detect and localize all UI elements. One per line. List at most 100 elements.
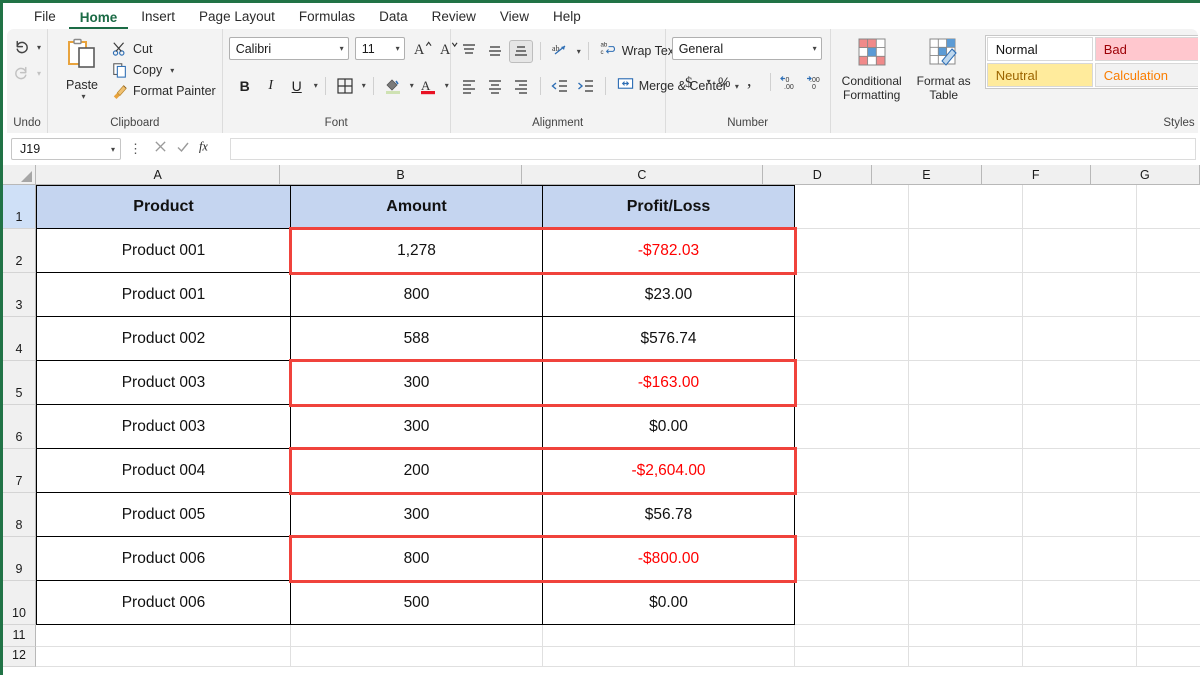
increase-indent-icon[interactable] (574, 75, 598, 98)
format-as-table-button[interactable]: Format as Table (909, 35, 979, 102)
cell-D8[interactable] (795, 493, 909, 537)
cell-G11[interactable] (1137, 625, 1200, 647)
row-header-12[interactable]: 12 (3, 647, 36, 667)
cell-E2[interactable] (909, 229, 1023, 273)
column-header-G[interactable]: G (1090, 165, 1200, 184)
undo-button[interactable]: ▾ (13, 39, 41, 56)
align-bottom-icon[interactable] (508, 39, 533, 63)
cell-G1[interactable] (1137, 185, 1200, 229)
cell-G8[interactable] (1137, 493, 1200, 537)
row-header-2[interactable]: 2 (3, 229, 36, 273)
cell-E7[interactable] (909, 449, 1023, 493)
accounting-format-chevron-icon[interactable]: ▾ (707, 77, 711, 86)
cell-B4[interactable]: 588 (291, 317, 543, 361)
cell-D4[interactable] (795, 317, 909, 361)
cell-G9[interactable] (1137, 537, 1200, 581)
text-orientation-icon[interactable]: ab (548, 40, 572, 63)
redo-dropdown-chevron-icon[interactable]: ▾ (37, 69, 41, 78)
cell-C12[interactable] (543, 647, 795, 667)
cell-B6[interactable]: 300 (291, 405, 543, 449)
row-header-8[interactable]: 8 (3, 493, 36, 537)
cell-B9[interactable]: 800 (291, 537, 543, 581)
column-header-A[interactable]: A (36, 165, 281, 184)
cell-G6[interactable] (1137, 405, 1200, 449)
fill-bucket-icon[interactable] (381, 74, 405, 97)
align-top-icon[interactable] (457, 40, 481, 63)
cell-E11[interactable] (909, 625, 1023, 647)
copy-button[interactable]: Copy ▾ (112, 62, 216, 78)
undo-dropdown-chevron-icon[interactable]: ▾ (37, 43, 41, 52)
cell-B5[interactable]: 300 (291, 361, 543, 405)
cell-E3[interactable] (909, 273, 1023, 317)
cell-F12[interactable] (1023, 647, 1137, 667)
cell-A8[interactable]: Product 005 (36, 493, 291, 537)
cell-E9[interactable] (909, 537, 1023, 581)
cell-E12[interactable] (909, 647, 1023, 667)
cell-C1[interactable]: Profit/Loss (543, 185, 795, 229)
cell-C3[interactable]: $23.00 (543, 273, 795, 317)
cell-G10[interactable] (1137, 581, 1200, 625)
paste-dropdown-chevron-icon[interactable]: ▾ (82, 92, 86, 101)
column-header-C[interactable]: C (521, 165, 764, 184)
format-painter-button[interactable]: Format Painter (112, 83, 216, 99)
name-box[interactable]: J19 ▾ (11, 138, 121, 160)
font-color-chevron-icon[interactable]: ▾ (445, 81, 449, 90)
cell-D1[interactable] (795, 185, 909, 229)
cell-E8[interactable] (909, 493, 1023, 537)
cell-C2[interactable]: -$782.03 (543, 229, 795, 273)
ribbon-tab-formulas[interactable]: Formulas (288, 6, 366, 29)
cell-C7[interactable]: -$2,604.00 (543, 449, 795, 493)
number-format-combo[interactable]: General ▾ (671, 37, 822, 60)
ribbon-tab-file[interactable]: File (23, 6, 67, 29)
column-header-F[interactable]: F (981, 165, 1091, 184)
cell-A10[interactable]: Product 006 (36, 581, 291, 625)
cell-D6[interactable] (795, 405, 909, 449)
cell-B10[interactable]: 500 (291, 581, 543, 625)
cell-F6[interactable] (1023, 405, 1137, 449)
row-header-9[interactable]: 9 (3, 537, 36, 581)
enter-check-icon[interactable] (176, 140, 190, 159)
cell-F4[interactable] (1023, 317, 1137, 361)
font-name-chevron-icon[interactable]: ▾ (340, 44, 344, 53)
cell-D7[interactable] (795, 449, 909, 493)
select-all-corner[interactable] (3, 165, 36, 184)
cell-B2[interactable]: 1,278 (291, 229, 543, 273)
orientation-chevron-icon[interactable]: ▾ (577, 47, 581, 56)
row-header-6[interactable]: 6 (3, 405, 36, 449)
column-header-E[interactable]: E (872, 165, 982, 184)
cell-C11[interactable] (543, 625, 795, 647)
row-header-4[interactable]: 4 (3, 317, 36, 361)
bold-button[interactable]: B (233, 74, 257, 97)
cell-A5[interactable]: Product 003 (36, 361, 291, 405)
fill-color-chevron-icon[interactable]: ▾ (410, 81, 414, 90)
cell-A11[interactable] (36, 625, 291, 647)
cell-B11[interactable] (291, 625, 543, 647)
paste-button[interactable]: Paste ▾ (54, 35, 110, 101)
cell-F1[interactable] (1023, 185, 1137, 229)
cell-B1[interactable]: Amount (291, 185, 543, 229)
cell-style-calculation[interactable]: Calculation (1094, 63, 1198, 87)
cell-E4[interactable] (909, 317, 1023, 361)
align-center-icon[interactable] (483, 75, 507, 98)
cell-style-bad[interactable]: Bad (1094, 37, 1198, 61)
copy-dropdown-chevron-icon[interactable]: ▾ (170, 66, 174, 75)
borders-grid-icon[interactable] (333, 74, 357, 97)
cell-A6[interactable]: Product 003 (36, 405, 291, 449)
ribbon-tab-data[interactable]: Data (368, 6, 419, 29)
cell-A1[interactable]: Product (36, 185, 291, 229)
cell-G12[interactable] (1137, 647, 1200, 667)
cell-F5[interactable] (1023, 361, 1137, 405)
row-header-5[interactable]: 5 (3, 361, 36, 405)
row-header-1[interactable]: 1 (3, 185, 36, 229)
align-right-icon[interactable] (509, 75, 533, 98)
cell-G7[interactable] (1137, 449, 1200, 493)
row-header-11[interactable]: 11 (3, 625, 36, 647)
column-header-D[interactable]: D (763, 165, 873, 184)
ribbon-tab-insert[interactable]: Insert (130, 6, 186, 29)
underline-chevron-icon[interactable]: ▾ (314, 81, 318, 90)
decrease-indent-icon[interactable] (548, 75, 572, 98)
cell-A7[interactable]: Product 004 (36, 449, 291, 493)
conditional-formatting-button[interactable]: Conditional Formatting (837, 35, 907, 102)
font-color-A-icon[interactable]: A (416, 74, 440, 97)
cell-D11[interactable] (795, 625, 909, 647)
